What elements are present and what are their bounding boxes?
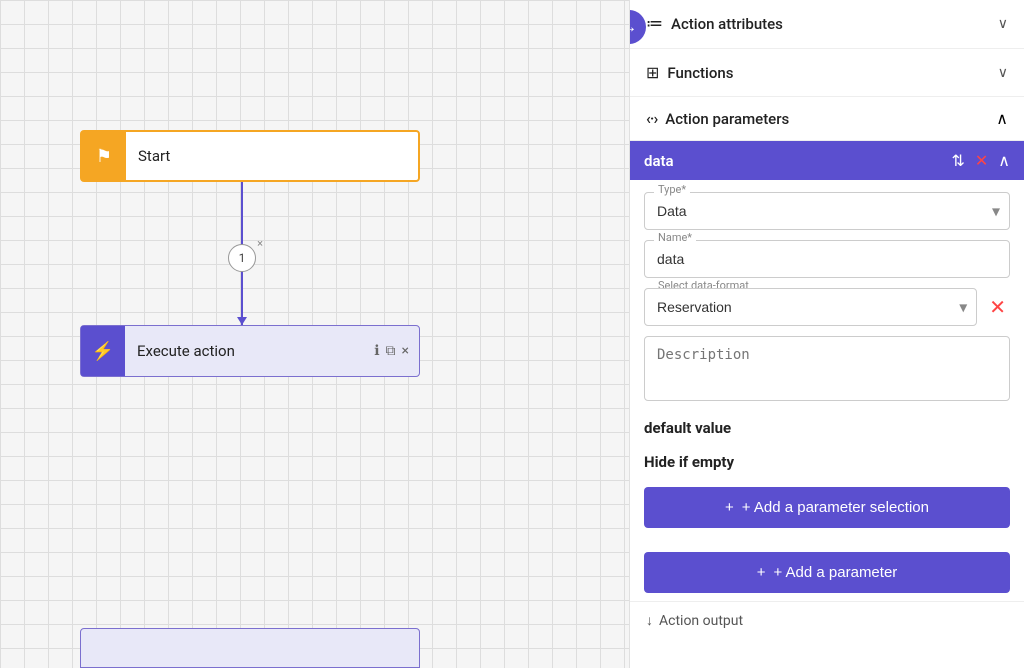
param-collapse-icon[interactable]: ∧ xyxy=(998,151,1010,170)
start-node-label: Start xyxy=(126,147,182,165)
action-attributes-chevron: ∨ xyxy=(998,16,1008,32)
execute-node[interactable]: ⚡ Execute action ℹ ⧉ × xyxy=(80,325,420,377)
data-format-row: Reservation Flight Hotel Car ✕ xyxy=(644,288,1010,326)
right-panel: → ≔ Action attributes ∨ ⊞ Functions ∨ ‹·… xyxy=(629,0,1024,668)
workflow-canvas: ⚑ Start 1 × ⚡ Execute action ℹ ⧉ × xyxy=(0,0,629,668)
type-select-wrapper: Data String Number Boolean xyxy=(644,192,1010,230)
type-select[interactable]: Data String Number Boolean xyxy=(644,192,1010,230)
action-params-title: ‹·› Action parameters xyxy=(646,109,789,128)
execute-node-actions: ℹ ⧉ × xyxy=(374,343,419,359)
name-input[interactable] xyxy=(644,240,1010,278)
add-parameter-button[interactable]: + + Add a parameter xyxy=(644,552,1010,593)
start-node[interactable]: ⚑ Start xyxy=(80,130,420,182)
param-delete-icon[interactable]: ✕ xyxy=(975,151,988,170)
data-format-select-wrap: Reservation Flight Hotel Car xyxy=(644,288,977,326)
add-selection-plus-icon: + xyxy=(725,499,734,516)
add-selection-label: + Add a parameter selection xyxy=(742,499,929,516)
connector-node[interactable]: 1 × xyxy=(228,244,256,272)
functions-title: ⊞ Functions xyxy=(646,63,733,82)
type-field: Type* Data String Number Boolean xyxy=(644,192,1010,230)
param-actions: ⇅ ✕ ∧ xyxy=(951,151,1010,170)
sort-icon[interactable]: ⇅ xyxy=(951,151,964,170)
bottom-partial-node xyxy=(80,628,420,668)
action-params-section[interactable]: ‹·› Action parameters ∧ xyxy=(630,97,1024,141)
action-output-section[interactable]: ↓ Action output xyxy=(630,601,1024,633)
add-parameter-selection-button[interactable]: + + Add a parameter selection xyxy=(644,487,1010,528)
hide-if-empty-label: Hide if empty xyxy=(644,449,1010,473)
param-block: data ⇅ ✕ ∧ xyxy=(630,141,1024,180)
connector-number: 1 xyxy=(239,251,246,265)
close-icon[interactable]: × xyxy=(402,343,409,359)
functions-icon: ⊞ xyxy=(646,63,659,82)
param-content: Type* Data String Number Boolean Name* S… xyxy=(630,180,1024,544)
info-icon[interactable]: ℹ xyxy=(374,343,379,359)
functions-section[interactable]: ⊞ Functions ∨ xyxy=(630,49,1024,97)
bottom-buttons: + + Add a parameter xyxy=(630,544,1024,601)
default-value-label: default value xyxy=(644,415,1010,439)
name-label: Name* xyxy=(654,231,696,244)
description-field xyxy=(644,336,1010,405)
add-param-plus-icon: + xyxy=(757,564,766,581)
action-output-label-text: Action output xyxy=(659,613,743,629)
action-params-icon: ‹·› xyxy=(646,109,657,128)
data-format-delete-icon[interactable]: ✕ xyxy=(985,295,1010,319)
add-param-label: + Add a parameter xyxy=(773,564,897,581)
action-params-chevron: ∧ xyxy=(996,109,1008,128)
connector-x[interactable]: × xyxy=(257,237,263,250)
param-name-label: data xyxy=(644,152,674,170)
data-format-select[interactable]: Reservation Flight Hotel Car xyxy=(644,288,977,326)
data-format-wrapper: Select data-format Reservation Flight Ho… xyxy=(644,288,1010,326)
action-attributes-title: ≔ Action attributes xyxy=(646,14,783,34)
type-label: Type* xyxy=(654,183,690,196)
execute-node-icon: ⚡ xyxy=(81,326,125,376)
action-attributes-section[interactable]: ≔ Action attributes ∨ xyxy=(630,0,1024,49)
copy-icon[interactable]: ⧉ xyxy=(386,343,396,359)
functions-chevron: ∨ xyxy=(998,65,1008,81)
name-field: Name* xyxy=(644,240,1010,278)
start-node-icon: ⚑ xyxy=(82,132,126,180)
action-attributes-icon: ≔ xyxy=(646,14,663,34)
action-output-icon: ↓ xyxy=(646,612,653,629)
description-textarea[interactable] xyxy=(644,336,1010,401)
param-block-header: data ⇅ ✕ ∧ xyxy=(630,141,1024,180)
execute-node-label: Execute action xyxy=(125,342,374,360)
